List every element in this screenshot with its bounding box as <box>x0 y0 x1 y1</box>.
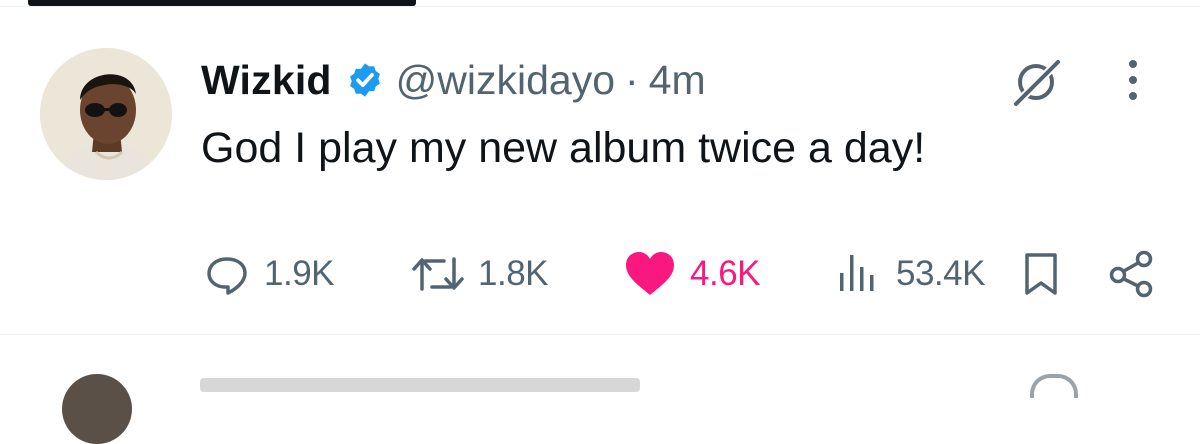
action-bar: 1.9K 1.8K 4.6K 53.4K <box>0 246 1200 302</box>
avatar-image <box>40 48 172 180</box>
author-name[interactable]: Wizkid <box>201 57 332 104</box>
views-button[interactable]: 53.4K <box>834 246 985 302</box>
heart-icon <box>626 252 674 295</box>
repost-icon <box>412 257 464 291</box>
separator-dot: · <box>625 56 639 103</box>
reply-icon <box>207 257 247 295</box>
author-handle[interactable]: @wizkidayo <box>396 57 615 104</box>
tweet-text: God I play my new album twice a day! <box>201 124 926 172</box>
bookmark-button[interactable] <box>1019 246 1063 302</box>
verified-badge-icon <box>349 63 380 97</box>
bookmark-icon <box>1025 253 1057 295</box>
like-button[interactable]: 4.6K <box>622 246 761 302</box>
avatar[interactable] <box>40 48 172 180</box>
like-count: 4.6K <box>690 254 761 293</box>
grok-icon[interactable] <box>1008 54 1064 110</box>
tweet-header: Wizkid @wizkidayo · 4m <box>201 52 706 108</box>
more-vertical-icon[interactable] <box>1116 56 1150 104</box>
reply-count: 1.9K <box>264 254 335 293</box>
timestamp[interactable]: 4m <box>649 57 706 104</box>
tweet-divider <box>0 334 1200 335</box>
views-icon <box>840 255 874 291</box>
reply-button[interactable]: 1.9K <box>202 246 335 302</box>
views-count: 53.4K <box>896 254 985 293</box>
repost-button[interactable]: 1.8K <box>410 246 549 302</box>
share-button[interactable] <box>1106 246 1158 302</box>
repost-count: 1.8K <box>478 254 549 293</box>
tweet[interactable]: Wizkid @wizkidayo · 4m God I play my new… <box>0 0 1200 334</box>
share-icon <box>1109 250 1153 298</box>
next-tweet-grok-icon[interactable] <box>1030 374 1078 398</box>
next-tweet-header <box>200 378 640 392</box>
